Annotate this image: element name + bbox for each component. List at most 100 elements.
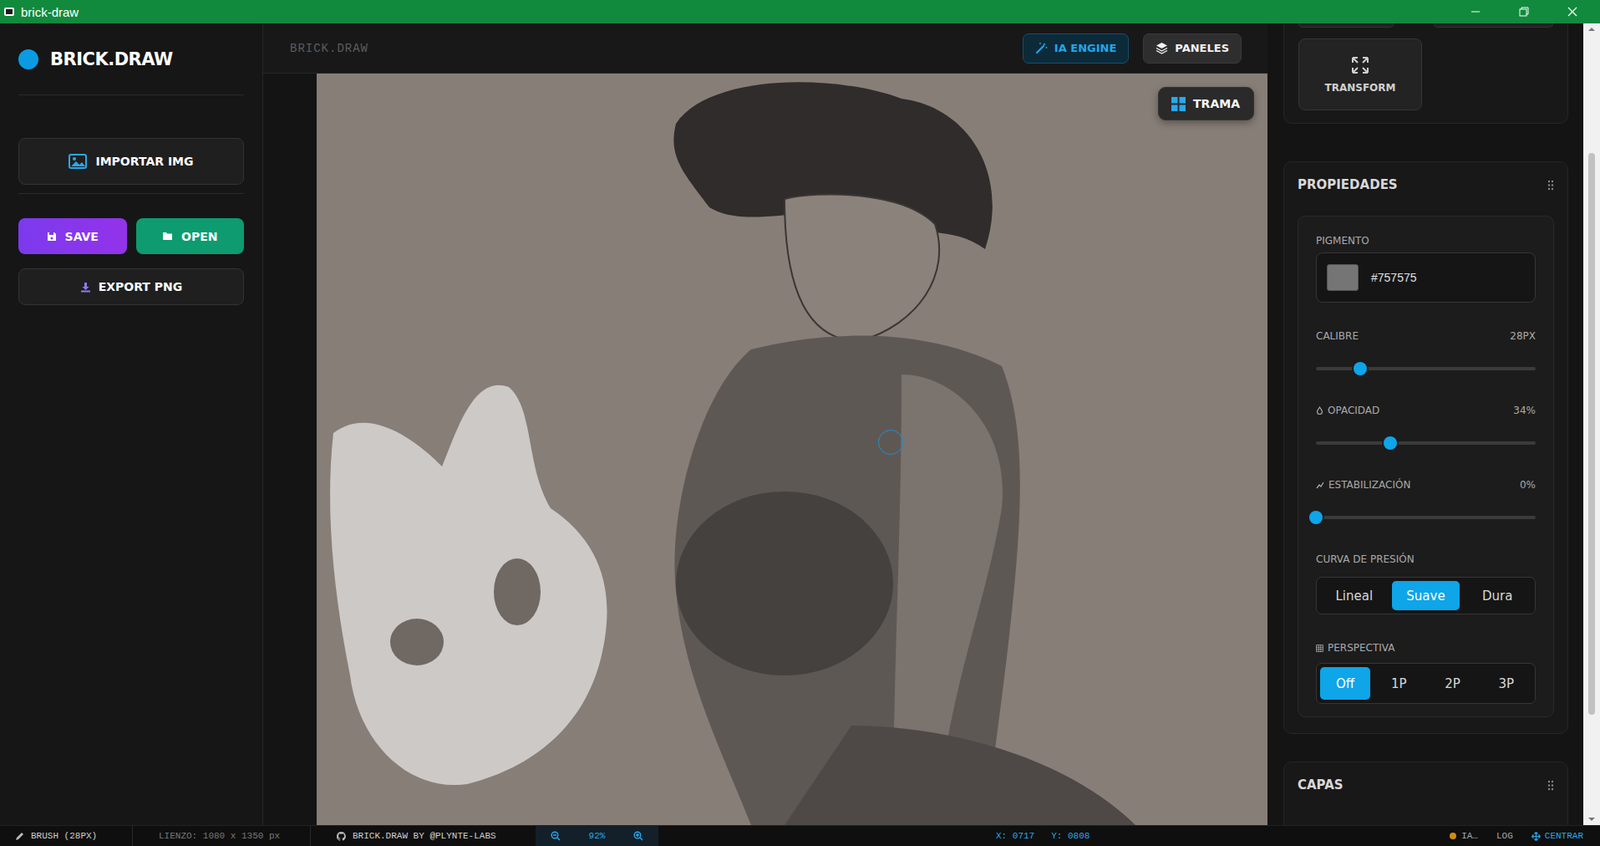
perspective-option[interactable]: 3P xyxy=(1481,666,1532,700)
zoom-in-icon[interactable] xyxy=(633,830,644,841)
color-swatch[interactable] xyxy=(1326,264,1359,291)
slider-label-row: ESTABILIZACIÓN 0% xyxy=(1315,478,1536,491)
panel-column: TRANSFORM PROPIEDADES PIGMENTO #757575 CALI… xyxy=(1267,23,1584,825)
window-controls xyxy=(1469,5,1600,18)
scroll-down-icon[interactable] xyxy=(1583,812,1600,825)
artwork xyxy=(316,73,1268,825)
zoom-control: 92% xyxy=(535,825,659,846)
export-png-button[interactable]: EXPORT PNG xyxy=(18,268,244,305)
folder-icon xyxy=(162,231,173,241)
layers-icon xyxy=(1155,41,1169,55)
tool-button[interactable] xyxy=(1433,23,1554,28)
status-right: IA… LOG CENTRAR xyxy=(1449,830,1600,841)
slider-label: CALIBRE xyxy=(1315,330,1359,342)
slider-label-row: CALIBRE28PX xyxy=(1315,330,1536,342)
logo-text: BRICK.DRAW xyxy=(50,49,173,70)
open-button[interactable]: OPEN xyxy=(136,218,245,254)
slider-thumb[interactable] xyxy=(1383,436,1397,450)
slider-track xyxy=(1315,515,1536,519)
window-title: brick-draw xyxy=(20,5,79,20)
slider-reading: 0% xyxy=(1519,478,1536,491)
status-credit[interactable]: BRICK.DRAW BY @PLYNTE-LABS xyxy=(310,825,523,846)
pressure-curve-option[interactable]: Suave xyxy=(1391,580,1461,610)
canvas-viewport: TRAMA xyxy=(263,73,1268,825)
cursor-x: X: 0717 xyxy=(995,830,1035,841)
tool-row xyxy=(1298,23,1554,28)
perspective-selector: Off1P2P3P xyxy=(1315,662,1536,704)
drawing-canvas[interactable]: TRAMA xyxy=(316,73,1268,825)
minimize-icon[interactable] xyxy=(1469,5,1482,18)
properties-card: PIGMENTO#757575 CALIBRE28PX OPACIDAD34% … xyxy=(1297,215,1555,717)
pigment-label: PIGMENTO xyxy=(1315,234,1536,247)
ia-status-dot-icon xyxy=(1449,832,1457,839)
tool-button[interactable] xyxy=(1298,23,1394,28)
import-image-button[interactable]: IMPORTAR IMG xyxy=(18,137,244,185)
app-window: brick-draw BRICK.DRAW IMPORTAR IMG SAVEOPEN… xyxy=(0,0,1600,846)
image-icon xyxy=(68,153,87,169)
slider-label-row: OPACIDAD 34% xyxy=(1315,404,1536,417)
perspective-option[interactable]: 1P xyxy=(1373,666,1424,700)
save-button[interactable]: SAVE xyxy=(18,218,127,254)
restore-icon[interactable] xyxy=(1518,5,1530,18)
divider xyxy=(18,193,244,194)
logo-dot-icon xyxy=(18,49,39,70)
magic-wand-icon xyxy=(1035,41,1048,55)
status-tool: BRUSH (28PX) xyxy=(0,825,133,846)
center-arrows-icon xyxy=(1531,831,1541,841)
perspective-option[interactable]: Off xyxy=(1320,666,1371,700)
pigment-value: #757575 xyxy=(1371,270,1418,285)
scroll-up-icon[interactable] xyxy=(1583,23,1600,36)
perspective-group: PERSPECTIVAOff1P2P3P xyxy=(1315,641,1536,704)
workspace: BRICK.DRAW IA ENGINE PANELES TRAMA xyxy=(263,23,1268,825)
drag-handle-icon[interactable] xyxy=(1547,779,1555,791)
header-button[interactable]: PANELES xyxy=(1142,33,1242,64)
pressure-curve-label: CURVA DE PRESIÓN xyxy=(1315,553,1536,565)
scrollbar[interactable] xyxy=(1583,23,1600,825)
status-bar: BRUSH (28PX)LIENZO: 1080 x 1350 pxBRICK.… xyxy=(0,824,1600,846)
header-buttons: IA ENGINE PANELES xyxy=(1022,33,1242,64)
stabilizer-icon xyxy=(1315,481,1325,489)
slider[interactable] xyxy=(1315,434,1536,452)
slider-track xyxy=(1315,441,1536,445)
pressure-curve-option[interactable]: Dura xyxy=(1462,580,1532,610)
grid-icon xyxy=(1171,96,1186,112)
header-button[interactable]: IA ENGINE xyxy=(1022,33,1129,64)
slider-thumb[interactable] xyxy=(1309,510,1323,524)
slider[interactable] xyxy=(1315,360,1536,377)
title-bar: brick-draw xyxy=(0,0,1600,24)
pressure-curve-selector: LinealSuaveDura xyxy=(1315,576,1536,615)
slider-group: CALIBRE28PX xyxy=(1315,330,1536,377)
slider-label: OPACIDAD xyxy=(1315,404,1380,417)
zoom-value: 92% xyxy=(589,830,606,841)
log-button[interactable]: LOG xyxy=(1496,830,1514,841)
floppy-icon xyxy=(46,231,57,242)
properties-header: PROPIEDADES xyxy=(1297,162,1555,204)
tools-panel: TRANSFORM xyxy=(1283,23,1569,124)
github-icon xyxy=(336,831,346,841)
transform-button[interactable]: TRANSFORM xyxy=(1298,38,1423,111)
zoom-out-icon[interactable] xyxy=(550,830,561,841)
cursor-y: Y: 0808 xyxy=(1051,830,1090,841)
slider-reading: 34% xyxy=(1513,404,1536,417)
ia-status[interactable]: IA… xyxy=(1449,830,1479,841)
grid-toggle-button[interactable]: TRAMA xyxy=(1158,86,1255,121)
scroll-thumb[interactable] xyxy=(1588,152,1595,715)
header-title: BRICK.DRAW xyxy=(289,41,369,56)
slider-label: ESTABILIZACIÓN xyxy=(1315,478,1411,491)
center-button[interactable]: CENTRAR xyxy=(1531,830,1584,841)
canvas-header: BRICK.DRAW IA ENGINE PANELES xyxy=(263,23,1268,74)
file-buttons: SAVEOPEN xyxy=(18,218,244,254)
pigment-field[interactable]: #757575 xyxy=(1315,252,1536,303)
pressure-curve-option[interactable]: Lineal xyxy=(1320,580,1389,610)
sidebar: BRICK.DRAW IMPORTAR IMG SAVEOPEN EXPORT PNG xyxy=(0,23,264,825)
slider[interactable] xyxy=(1315,508,1536,526)
perspective-option[interactable]: 2P xyxy=(1427,666,1479,700)
divider xyxy=(18,94,244,96)
layers-header: CAPAS xyxy=(1297,761,1555,804)
main-area: BRICK.DRAW IMPORTAR IMG SAVEOPEN EXPORT PNG… xyxy=(0,23,1600,825)
slider-track xyxy=(1315,366,1536,371)
slider-thumb[interactable] xyxy=(1353,361,1367,376)
close-icon[interactable] xyxy=(1566,5,1579,18)
drag-handle-icon[interactable] xyxy=(1547,179,1555,191)
layers-panel: CAPAS xyxy=(1283,761,1569,825)
